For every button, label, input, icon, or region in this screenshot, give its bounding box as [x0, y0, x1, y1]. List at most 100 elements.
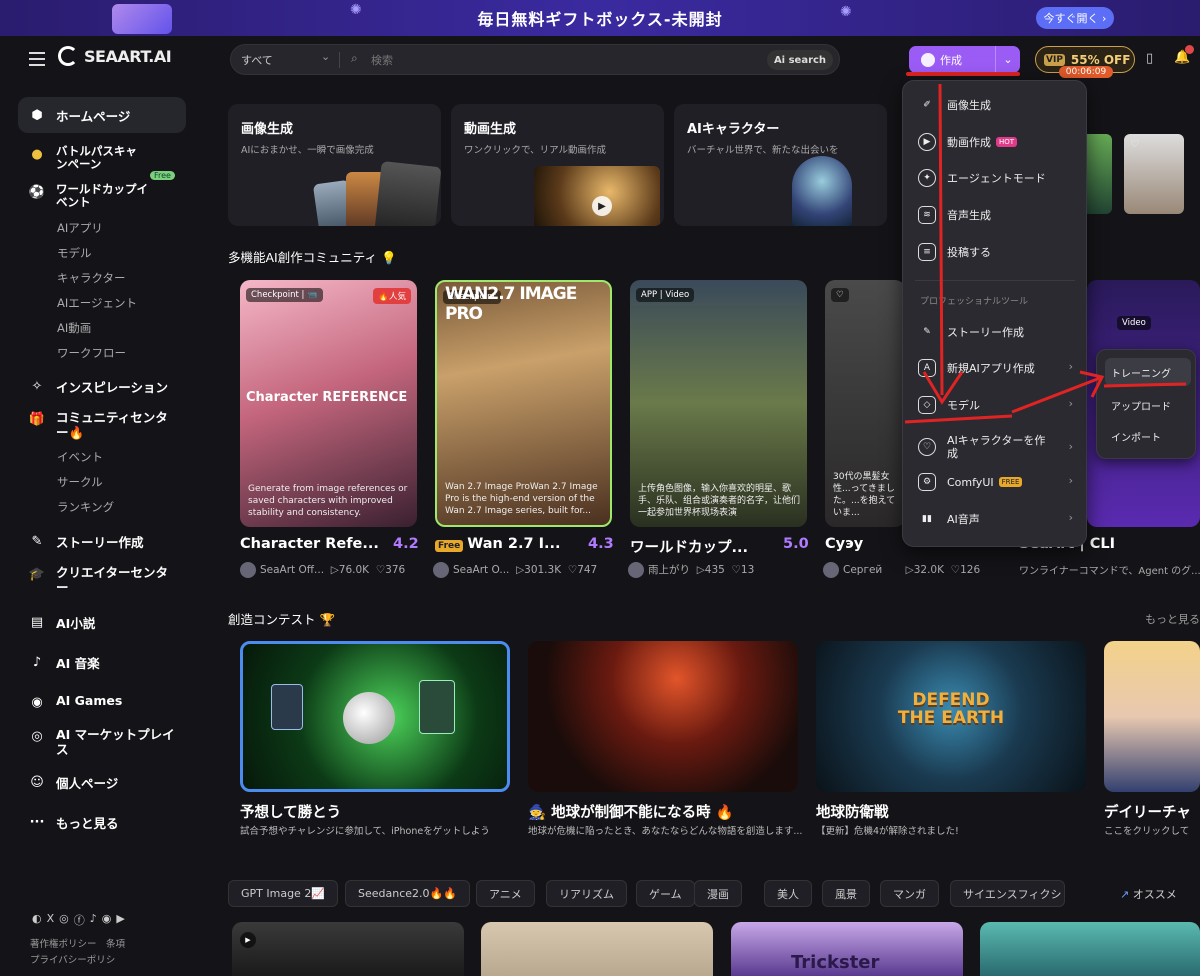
app-card[interactable]: APP | Video 上传角色图像，输入你喜欢的明星、歌手、乐队、组合或演奏者… — [630, 280, 807, 527]
seaart-logo[interactable]: SEAART.AI — [58, 46, 172, 66]
create-button[interactable]: 作成 ⌄ — [909, 46, 1020, 73]
chevron-down-icon[interactable]: ⌄ — [321, 50, 330, 63]
author-name[interactable]: SeaArt Off... — [260, 564, 324, 576]
feed-card[interactable] — [980, 922, 1200, 976]
promo-banner[interactable]: ✺ ✺ 毎日無料ギフトボックス-未開封 今すぐ開く › — [0, 0, 1200, 36]
avatar[interactable] — [433, 562, 449, 578]
feed-card[interactable]: ▶ — [232, 922, 464, 976]
sidebar-sub-agents[interactable]: AIエージェント — [57, 295, 137, 311]
card-title[interactable]: Free Wan 2.7 I... — [435, 536, 561, 552]
tag-chip[interactable]: 漫画 — [694, 880, 742, 907]
card-title[interactable]: Суэу — [825, 536, 863, 552]
tag-chip[interactable]: ゲーム — [636, 880, 695, 907]
see-more-link[interactable]: もっと見る — [1145, 611, 1200, 627]
tag-chip[interactable]: マンガ — [880, 880, 939, 907]
avatar[interactable] — [823, 562, 839, 578]
menu-item-model[interactable]: ◇ モデル › — [918, 393, 1078, 417]
contest-card[interactable] — [528, 641, 798, 792]
contest-card[interactable] — [1104, 641, 1200, 792]
mobile-icon[interactable]: ▯ — [1146, 51, 1153, 66]
sidebar-sub-characters[interactable]: キャラクター — [57, 270, 126, 286]
sidebar-item-inspiration[interactable]: ✧ インスピレーション — [18, 377, 186, 396]
heart-icon[interactable]: ♡ — [1130, 139, 1139, 150]
sidebar-item-world-cup[interactable]: ⚽ ワールドカップイベント — [18, 183, 148, 209]
menu-item-comfyui[interactable]: ⚙ ComfyUI FREE › — [918, 470, 1078, 494]
x-icon[interactable]: X — [47, 912, 55, 928]
tag-chip[interactable]: GPT Image 2📈 — [228, 880, 339, 907]
menu-item-create-character[interactable]: ♡ AIキャラクターを作成 › — [918, 432, 1078, 462]
sidebar-item-marketplace[interactable]: ◎ AI マーケットプレイス — [18, 727, 178, 757]
footer-privacy-link[interactable]: プライバシーポリシ — [30, 952, 115, 966]
tag-chip[interactable]: Seedance2.0🔥🔥 — [345, 880, 470, 907]
tag-chip[interactable]: リアリズム — [546, 880, 627, 907]
tag-chip[interactable]: サイエンスフィクシ — [950, 880, 1065, 907]
model-card[interactable]: Checkpoint | 📹 🔥人気 Character REFERENCE G… — [240, 280, 417, 527]
sidebar-item-community[interactable]: 🎁 コミュニティセンター🔥 — [18, 410, 168, 440]
sidebar-item-ai-music[interactable]: ♪ AI 音楽 — [18, 653, 186, 672]
tag-chip[interactable]: 美人 — [764, 880, 812, 907]
feature-card-video-gen[interactable]: 動画生成 ワンクリックで、リアル動画作成 ▶ — [451, 104, 664, 226]
feature-card-image-gen[interactable]: 画像生成 AIにおまかせ、一瞬で画像完成 — [228, 104, 441, 226]
sidebar-item-profile[interactable]: ☺ 個人ページ — [18, 773, 186, 792]
trending-button[interactable]: ↗ オススメ — [1120, 886, 1177, 902]
play-icon[interactable]: ▶ — [592, 196, 612, 216]
avatar[interactable] — [240, 562, 256, 578]
feed-card[interactable] — [481, 922, 713, 976]
ai-search-button[interactable]: Ai search — [767, 50, 833, 70]
sidebar-item-battle-pass[interactable]: ● バトルパスキャンペーン — [18, 145, 148, 171]
menu-item-post[interactable]: ≡ 投稿する — [918, 240, 1078, 264]
card-title[interactable]: Character Refe... — [240, 536, 379, 552]
feed-card[interactable]: Trickster — [731, 922, 963, 976]
sidebar-item-ai-novel[interactable]: ▤ AI小説 — [18, 613, 186, 632]
sidebar-item-creator-center[interactable]: 🎓 クリエイターセンター — [18, 565, 168, 595]
open-now-button[interactable]: 今すぐ開く › — [1036, 7, 1114, 29]
author-name[interactable]: SeaArt O... — [453, 564, 509, 576]
sidebar-sub-ranking[interactable]: ランキング — [57, 499, 114, 515]
menu-item-story[interactable]: ✎ ストーリー作成 — [918, 320, 1078, 344]
menu-item-new-ai-app[interactable]: A 新規AIアプリ作成 › — [918, 356, 1078, 380]
contest-title[interactable]: 🧙 地球が制御不能になる時 🔥 — [528, 801, 734, 822]
submenu-item-training[interactable]: トレーニング — [1105, 358, 1191, 386]
sidebar-sub-ai-video[interactable]: AI動画 — [57, 320, 91, 336]
menu-item-image-gen[interactable]: ✐ 画像生成 — [918, 93, 1078, 117]
tiktok-icon[interactable]: ♪ — [90, 912, 97, 928]
menu-item-audio-gen[interactable]: ≋ 音声生成 — [918, 203, 1078, 227]
menu-item-agent-mode[interactable]: ✦ エージェントモード — [918, 166, 1078, 190]
menu-item-video-gen[interactable]: ▶ 動画作成 HOT — [918, 130, 1078, 154]
tag-chip[interactable]: 風景 — [822, 880, 870, 907]
sidebar-sub-workflow[interactable]: ワークフロー — [57, 345, 126, 361]
contest-title[interactable]: デイリーチャ — [1104, 801, 1191, 822]
menu-item-ai-voice[interactable]: ▮▮ AI音声 › — [918, 507, 1078, 531]
tag-chip[interactable]: アニメ — [476, 880, 535, 907]
play-icon[interactable]: ▶ — [240, 932, 256, 948]
character-card[interactable]: ♡ 30代の黒髪女性...ってきました。...を抱えていま... — [825, 280, 905, 527]
sidebar-sub-events[interactable]: イベント — [57, 449, 103, 465]
sidebar-item-home[interactable]: ⬢ ホームページ — [18, 97, 186, 133]
reddit-icon[interactable]: ◉ — [102, 912, 112, 928]
sidebar-item-more[interactable]: ··· もっと見る — [18, 813, 186, 832]
feature-card-ai-character[interactable]: AIキャラクター バーチャル世界で、新たな出会いを — [674, 104, 887, 226]
sidebar-sub-circles[interactable]: サークル — [57, 474, 103, 490]
card-title[interactable]: ワールドカップ... — [630, 536, 748, 557]
footer-policy-links[interactable]: 著作権ポリシー 条項 — [30, 936, 125, 950]
sidebar-item-ai-games[interactable]: ◉ AI Games — [18, 693, 186, 711]
sidebar-sub-models[interactable]: モデル — [57, 245, 92, 261]
submenu-item-import[interactable]: インポート — [1105, 422, 1191, 450]
author-name[interactable]: 雨上がり — [648, 564, 690, 576]
instagram-icon[interactable]: ◎ — [59, 912, 69, 928]
create-dropdown-toggle[interactable]: ⌄ — [995, 46, 1020, 73]
hamburger-menu-icon[interactable] — [29, 52, 45, 66]
contest-title[interactable]: 地球防衛戦 — [816, 801, 889, 822]
contest-title[interactable]: 予想して勝とう — [240, 801, 341, 822]
facebook-icon[interactable]: ⓕ — [74, 912, 85, 928]
contest-card[interactable] — [240, 641, 510, 792]
contest-card[interactable]: DEFEND THE EARTH — [816, 641, 1086, 792]
submenu-item-upload[interactable]: アップロード — [1105, 391, 1191, 419]
model-card[interactable]: Checkpoint WAN2.7 IMAGE PRO Wan 2.7 Imag… — [435, 280, 612, 527]
author-name[interactable]: Сергей — [843, 564, 882, 576]
discord-icon[interactable]: ◐ — [32, 912, 42, 928]
avatar[interactable] — [628, 562, 644, 578]
search-input[interactable] — [371, 50, 771, 70]
sidebar-item-story[interactable]: ✎ ストーリー作成 — [18, 532, 186, 551]
sidebar-sub-ai-apps[interactable]: AIアプリ — [57, 220, 103, 236]
